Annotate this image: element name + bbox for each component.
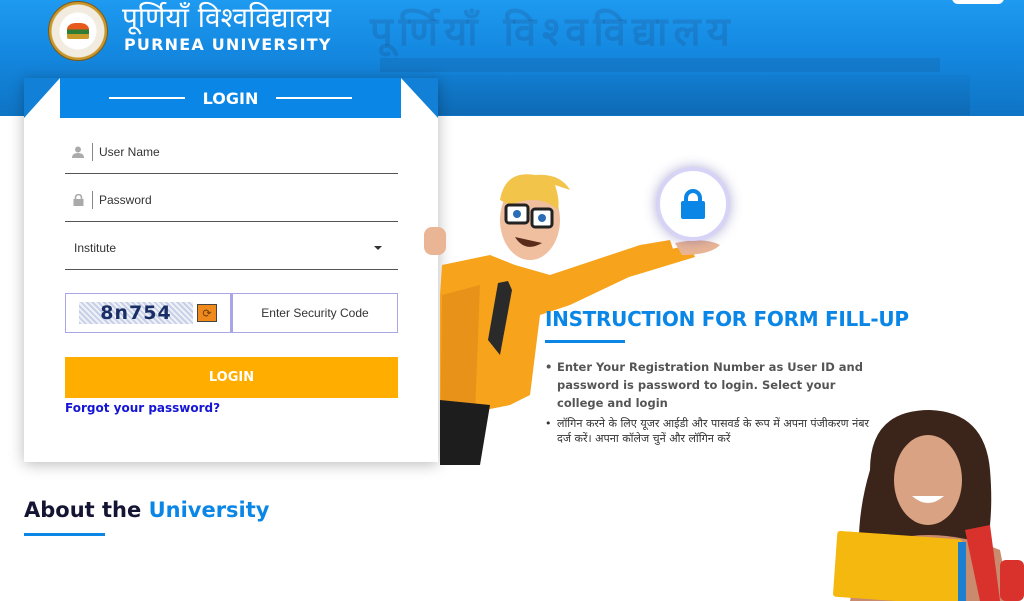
login-card-header: LOGIN [60,78,401,118]
card-fold-left [24,78,60,118]
character-trousers [440,400,490,465]
login-card: LOGIN User Name Password Institute 8n754… [24,78,438,462]
instructions-title-underline [545,340,625,343]
username-placeholder: User Name [99,144,160,159]
about-heading-underline [24,533,105,536]
instructions-title: INSTRUCTION FOR FORM FILL-UP [545,307,909,331]
bullet: • [545,360,553,374]
password-field[interactable]: Password [65,178,398,222]
student-backpack [1000,560,1024,601]
brand-name-hindi[interactable]: पूर्णियाँ विश्वविद्यालय [122,0,331,36]
chevron-down-icon [374,245,382,250]
captcha-image: 8n754 [79,302,193,324]
student-folder [833,530,962,601]
header-divider-line [276,97,353,99]
header-divider-line [108,97,185,99]
about-heading-prefix: About the [24,498,149,522]
user-icon [68,146,88,158]
banner-background-decoration [430,75,970,115]
lock-icon [68,193,88,206]
login-button[interactable]: LOGIN [65,357,398,398]
login-title: LOGIN [202,88,259,108]
banner-background-text: पूर्णियाँ विश्वविद्यालय [370,9,736,55]
username-field[interactable]: User Name [65,130,398,174]
institute-selected-value: Institute [74,240,117,255]
field-separator [92,190,93,209]
header-menu-button[interactable] [952,0,1004,4]
captcha-box: 8n754 ⟳ [65,293,231,333]
institute-select[interactable]: Institute [65,226,398,270]
forgot-password-link[interactable]: Forgot your password? [65,401,220,415]
password-placeholder: Password [99,192,152,207]
refresh-icon[interactable]: ⟳ [197,304,217,322]
bullet: • [545,417,552,430]
character-hand-right [675,240,720,255]
card-fold-right [401,78,438,118]
about-heading: About the University [24,498,269,522]
student-face [894,435,962,525]
captcha-row: 8n754 ⟳ Enter Security Code [65,293,398,333]
field-separator [92,142,93,161]
security-code-input[interactable]: Enter Security Code [231,293,398,333]
student-photo [833,410,1024,601]
seal-emblem [67,23,89,39]
character-hand-left [424,227,446,255]
lock-icon [681,189,705,219]
banner-background-decoration [380,58,940,72]
brand-name-english[interactable]: PURNEA UNIVERSITY [124,35,332,54]
lock-orb [656,167,730,241]
about-heading-accent: University [148,498,270,522]
university-seal-icon[interactable] [48,1,108,61]
